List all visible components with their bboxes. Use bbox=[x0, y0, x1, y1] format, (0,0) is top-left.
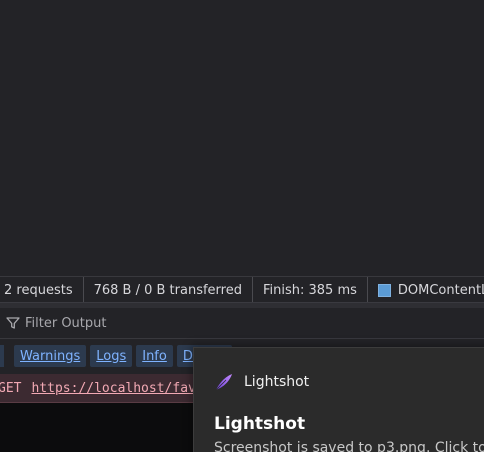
finish-time: Finish: 385 ms bbox=[253, 277, 368, 303]
console-filter-bar[interactable]: Filter Output bbox=[0, 308, 484, 339]
network-status-bar: 2 requests 768 B / 0 B transferred Finis… bbox=[0, 276, 484, 303]
transferred-size: 768 B / 0 B transferred bbox=[84, 277, 253, 303]
notification-app-name: Lightshot bbox=[244, 374, 310, 390]
tab-logs[interactable]: Logs bbox=[90, 345, 133, 367]
filter-output-input[interactable]: Filter Output bbox=[25, 316, 107, 331]
dom-content-loaded-stat: DOMContentLoaded bbox=[368, 277, 484, 303]
notification-body: Screenshot is saved to p3.png. Click to … bbox=[214, 440, 484, 452]
network-request-list bbox=[0, 0, 484, 276]
tab-warnings[interactable]: Warnings bbox=[14, 345, 87, 367]
request-method: GET bbox=[0, 380, 22, 396]
tab-info[interactable]: Info bbox=[136, 345, 173, 367]
tab-errors-edge[interactable] bbox=[0, 345, 4, 367]
notification-header: Lightshot bbox=[214, 372, 309, 392]
devtools-window: 2 requests 768 B / 0 B transferred Finis… bbox=[0, 0, 484, 452]
notification-title: Lightshot bbox=[214, 414, 306, 434]
filter-icon bbox=[6, 316, 20, 330]
lightshot-notification[interactable]: Lightshot Lightshot Screenshot is saved … bbox=[193, 347, 484, 452]
lightshot-feather-icon bbox=[214, 372, 234, 392]
request-count: 2 requests bbox=[0, 277, 84, 303]
dom-content-loaded-label: DOMContentLoaded bbox=[397, 282, 484, 298]
dom-content-loaded-swatch bbox=[377, 283, 391, 297]
